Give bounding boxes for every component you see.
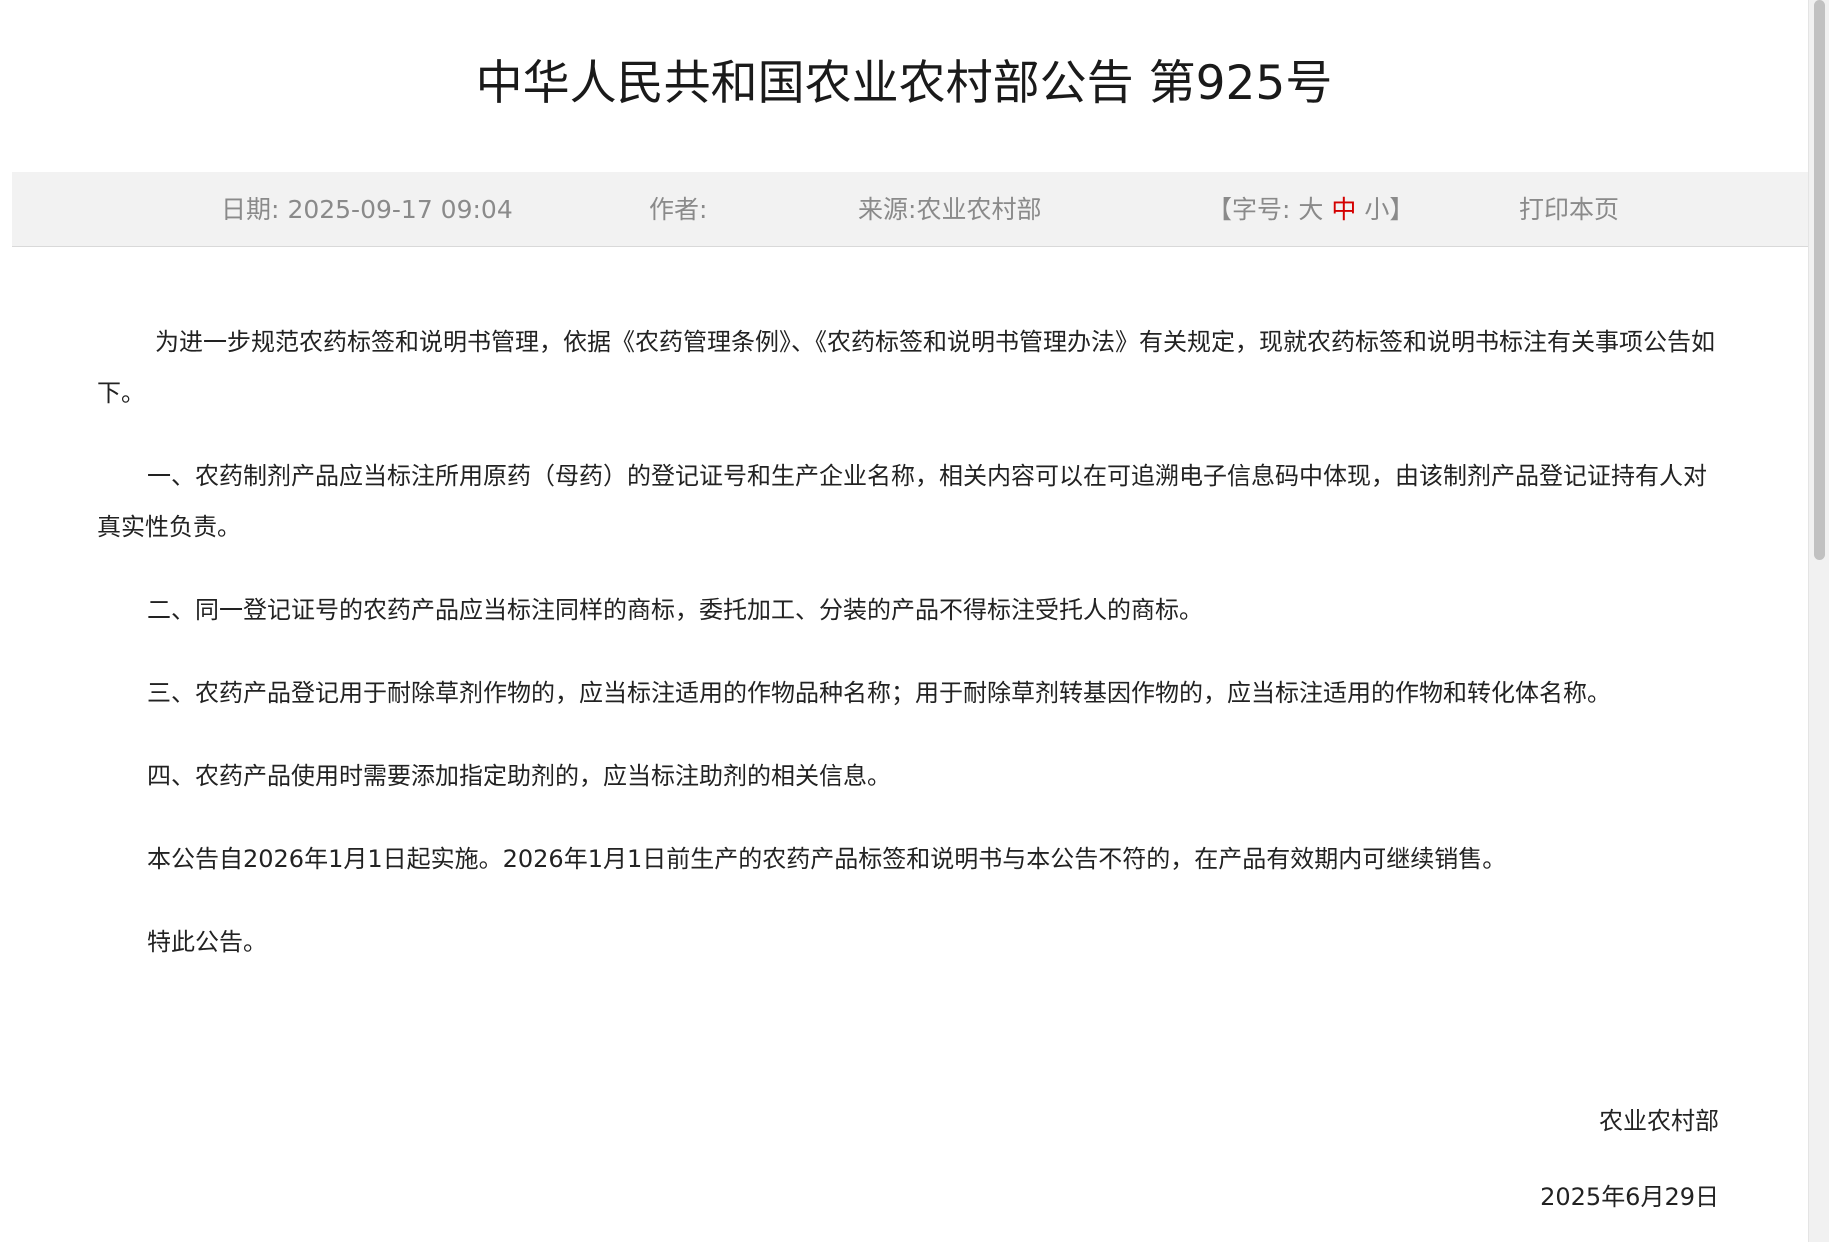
date-value: 2025-09-17 09:04 (287, 195, 513, 224)
paragraph: 为进一步规范农药标签和说明书管理，依据《农药管理条例》、《农药标签和说明书管理办… (97, 328, 1715, 407)
article-body: 为进一步规范农药标签和说明书管理，依据《农药管理条例》、《农药标签和说明书管理办… (97, 317, 1720, 1000)
source-label: 来源: (858, 195, 917, 224)
meta-date: 日期: 2025-09-17 09:04 (221, 172, 513, 247)
paragraph: 本公告自2026年1月1日起实施。2026年1月1日前生产的农药产品标签和说明书… (147, 845, 1507, 873)
signature-org: 农业农村部 (1599, 1107, 1719, 1135)
source-value: 农业农村部 (916, 195, 1042, 224)
paragraph: 三、农药产品登记用于耐除草剂作物的，应当标注适用的作物品种名称；用于耐除草剂转基… (147, 679, 1611, 707)
font-size-open: 【字号: (1207, 195, 1291, 224)
font-size-small-button[interactable]: 小 (1364, 195, 1389, 224)
font-size-control: 【字号: 大 中 小】 (1207, 172, 1414, 247)
font-size-close: 】 (1389, 195, 1415, 224)
font-size-medium-button[interactable]: 中 (1331, 195, 1356, 224)
paragraph: 一、农药制剂产品应当标注所用原药（母药）的登记证号和生产企业名称，相关内容可以在… (97, 462, 1707, 541)
meta-bar: 日期: 2025-09-17 09:04 作者: 来源:农业农村部 【字号: 大 … (12, 172, 1808, 247)
paragraph: 二、同一登记证号的农药产品应当标注同样的商标，委托加工、分装的产品不得标注受托人… (147, 596, 1203, 624)
page: 中华人民共和国农业农村部公告 第925号 日期: 2025-09-17 09:04… (0, 0, 1829, 1242)
paragraph: 四、农药产品使用时需要添加指定助剂的，应当标注助剂的相关信息。 (147, 762, 891, 790)
page-title: 中华人民共和国农业农村部公告 第925号 (475, 56, 1333, 111)
scrollbar-thumb[interactable] (1814, 0, 1825, 560)
font-size-large-button[interactable]: 大 (1298, 195, 1323, 224)
signature: 农业农村部 2025年6月29日 (1540, 1103, 1719, 1215)
date-label: 日期: (221, 195, 280, 224)
print-page-link[interactable]: 打印本页 (1519, 172, 1619, 247)
paragraph: 特此公告。 (147, 928, 267, 956)
signature-date: 2025年6月29日 (1540, 1183, 1719, 1211)
meta-source: 来源:农业农村部 (858, 172, 1041, 247)
vertical-scrollbar[interactable] (1808, 0, 1829, 1242)
meta-author: 作者: (649, 172, 707, 247)
author-label: 作者: (649, 195, 708, 224)
